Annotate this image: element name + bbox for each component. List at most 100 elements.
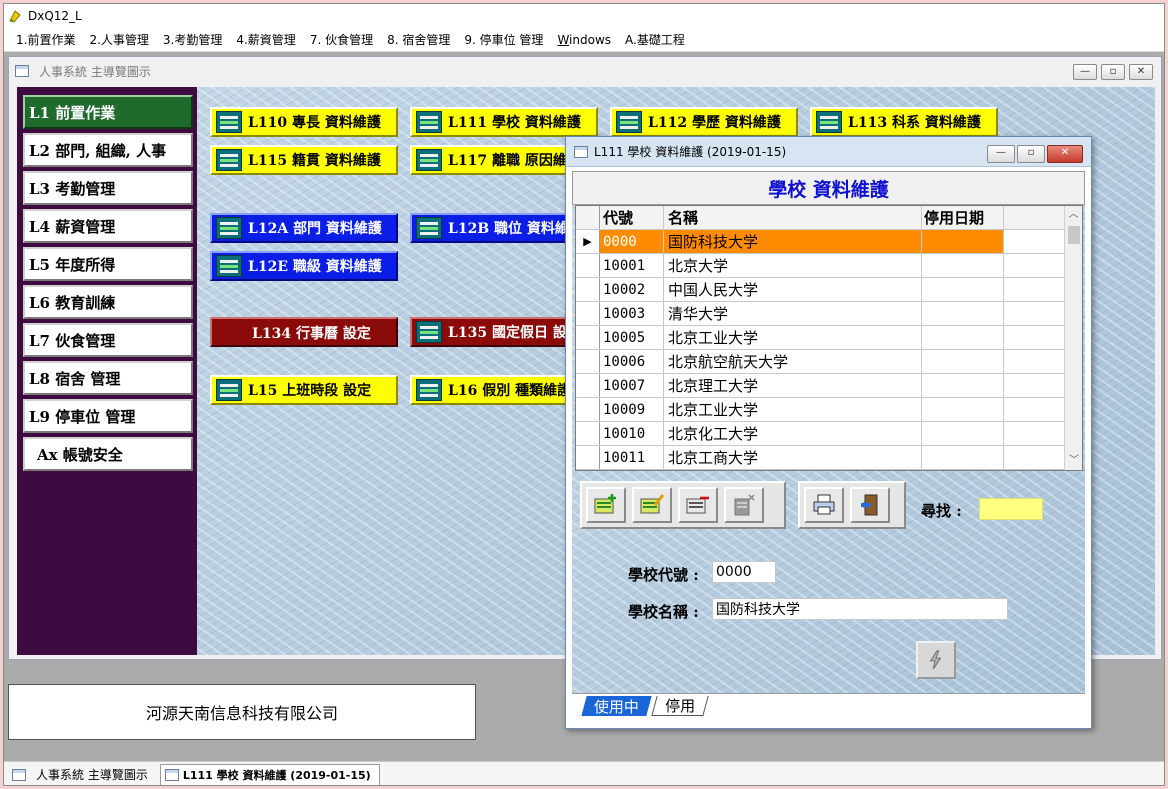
menu-item-base[interactable]: A.基礎工程 bbox=[625, 31, 685, 48]
menu-item-meals[interactable]: 7. 伙食管理 bbox=[310, 31, 373, 48]
app-logo-icon bbox=[9, 10, 21, 23]
table-row[interactable]: 10010 北京化工大学 bbox=[576, 422, 1066, 446]
cell-name: 北京工商大学 bbox=[664, 446, 922, 469]
exit-button[interactable] bbox=[850, 487, 890, 523]
app-titlebar: DxQ12_L bbox=[4, 4, 1164, 28]
popup-body: 學校 資料維護 代號 名稱 停用日期 ▶ 0000 国防科技大学 10001 北… bbox=[572, 171, 1085, 721]
l111-label: L111 學校 資料維護 bbox=[448, 115, 581, 131]
column-header-stop-date[interactable]: 停用日期 bbox=[922, 206, 1004, 229]
l12b-button[interactable]: L12B 職位 資料維 bbox=[410, 213, 570, 243]
nav-l5-annual-income[interactable]: L5 年度所得 bbox=[23, 247, 193, 281]
menu-item-parking[interactable]: 9. 停車位 管理 bbox=[464, 31, 543, 48]
table-row[interactable]: 10001 北京大学 bbox=[576, 254, 1066, 278]
tab-disabled[interactable]: 停用 bbox=[651, 696, 709, 716]
form-list-icon bbox=[416, 217, 442, 239]
form-list-icon bbox=[416, 321, 442, 343]
l113-button[interactable]: L113 科系 資料維護 bbox=[810, 107, 998, 137]
chevron-up-icon[interactable]: ︿ bbox=[1065, 206, 1082, 224]
cell-code: 10001 bbox=[600, 254, 664, 277]
row-indicator bbox=[576, 302, 600, 325]
table-row[interactable]: 10007 北京理工大学 bbox=[576, 374, 1066, 398]
school-grid[interactable]: 代號 名稱 停用日期 ▶ 0000 国防科技大学 10001 北京大学 1000… bbox=[575, 205, 1083, 471]
table-row[interactable]: ▶ 0000 国防科技大学 bbox=[576, 230, 1066, 254]
output-toolbar bbox=[798, 481, 906, 529]
cell-name: 北京大学 bbox=[664, 254, 922, 277]
print-button[interactable] bbox=[804, 487, 844, 523]
l12b-label: L12B 職位 資料維 bbox=[448, 221, 569, 237]
maximize-button[interactable]: ▫ bbox=[1101, 64, 1125, 80]
tab-in-use-label: 使用中 bbox=[594, 697, 640, 716]
form-list-icon bbox=[216, 379, 242, 401]
delete-record-button[interactable] bbox=[678, 487, 718, 523]
close-button[interactable]: ✕ bbox=[1047, 145, 1083, 163]
minimize-button[interactable]: — bbox=[1073, 64, 1097, 80]
close-button[interactable]: ✕ bbox=[1129, 64, 1153, 80]
l16-button[interactable]: L16 假別 種類維護 bbox=[410, 375, 570, 405]
cell-name: 北京工业大学 bbox=[664, 398, 922, 421]
school-code-label: 學校代號 : bbox=[628, 566, 699, 584]
table-row[interactable]: 10003 清华大学 bbox=[576, 302, 1066, 326]
minimize-button[interactable]: — bbox=[987, 145, 1015, 163]
exit-door-icon bbox=[861, 494, 878, 516]
action-button[interactable] bbox=[916, 641, 956, 679]
nav-l1-setup[interactable]: L1 前置作業 bbox=[23, 95, 193, 129]
task-l111[interactable]: L111 學校 資料維護 (2019-01-15) bbox=[159, 763, 380, 785]
table-row[interactable]: 10002 中国人民大学 bbox=[576, 278, 1066, 302]
l110-button[interactable]: L110 專長 資料維護 bbox=[210, 107, 398, 137]
l134-button[interactable]: L134 行事曆 設定 bbox=[210, 317, 398, 347]
menu-item-attendance[interactable]: 3.考勤管理 bbox=[163, 31, 222, 48]
scrollbar-thumb[interactable] bbox=[1068, 226, 1080, 244]
nav-l7-meals[interactable]: L7 伙食管理 bbox=[23, 323, 193, 357]
nav-ax-account-security[interactable]: Ax 帳號安全 bbox=[23, 437, 193, 471]
school-name-field[interactable]: 国防科技大学 bbox=[712, 598, 1008, 620]
menu-item-windows[interactable]: Windows bbox=[557, 33, 611, 47]
cell-code: 10005 bbox=[600, 326, 664, 349]
l15-button[interactable]: L15 上班時段 設定 bbox=[210, 375, 398, 405]
table-row[interactable]: 10005 北京工业大学 bbox=[576, 326, 1066, 350]
school-code-field[interactable]: 0000 bbox=[712, 561, 776, 583]
tab-in-use[interactable]: 使用中 bbox=[581, 696, 652, 716]
menu-item-hr[interactable]: 2.人事管理 bbox=[89, 31, 148, 48]
search-input[interactable] bbox=[979, 498, 1043, 520]
menu-item-setup[interactable]: 1.前置作業 bbox=[16, 31, 75, 48]
company-name: 河源天南信息科技有限公司 bbox=[145, 704, 338, 723]
l12a-button[interactable]: L12A 部門 資料維護 bbox=[210, 213, 398, 243]
l112-button[interactable]: L112 學歷 資料維護 bbox=[610, 107, 798, 137]
table-row[interactable]: 10011 北京工商大学 bbox=[576, 446, 1066, 470]
column-header-code[interactable]: 代號 bbox=[600, 206, 664, 229]
nav-l9-parking[interactable]: L9 停車位 管理 bbox=[23, 399, 193, 433]
cell-code: 10010 bbox=[600, 422, 664, 445]
grid-vertical-scrollbar[interactable]: ︿ ﹀ bbox=[1064, 206, 1082, 470]
menu-item-dormitory[interactable]: 8. 宿舍管理 bbox=[387, 31, 450, 48]
l115-button[interactable]: L115 籍貫 資料維護 bbox=[210, 145, 398, 175]
l15-label: L15 上班時段 設定 bbox=[248, 383, 372, 399]
maximize-button[interactable]: ▫ bbox=[1017, 145, 1045, 163]
main-window-titlebar: 人事系統 主導覽圖示 bbox=[9, 57, 1161, 85]
table-row[interactable]: 10009 北京工业大学 bbox=[576, 398, 1066, 422]
menu-item-payroll[interactable]: 4.薪資管理 bbox=[236, 31, 295, 48]
cell-code: 0000 bbox=[600, 230, 664, 253]
chevron-down-icon[interactable]: ﹀ bbox=[1065, 452, 1082, 470]
table-row[interactable]: 10006 北京航空航天大学 bbox=[576, 350, 1066, 374]
nav-l2-department[interactable]: L2 部門, 組織, 人事 bbox=[23, 133, 193, 167]
cell-stop-date bbox=[922, 398, 1004, 421]
nav-l6-training[interactable]: L6 教育訓練 bbox=[23, 285, 193, 319]
l135-button[interactable]: L135 國定假日 設 bbox=[410, 317, 570, 347]
column-header-name[interactable]: 名稱 bbox=[664, 206, 922, 229]
nav-l8-dormitory[interactable]: L8 宿舍 管理 bbox=[23, 361, 193, 395]
row-indicator bbox=[576, 254, 600, 277]
edit-record-button[interactable] bbox=[632, 487, 672, 523]
school-name-label: 學校名稱 : bbox=[628, 603, 699, 621]
nav-l3-attendance[interactable]: L3 考勤管理 bbox=[23, 171, 193, 205]
form-list-icon bbox=[616, 111, 642, 133]
l111-button[interactable]: L111 學校 資料維護 bbox=[410, 107, 598, 137]
cell-stop-date bbox=[922, 278, 1004, 301]
l117-button[interactable]: L117 離職 原因維 bbox=[410, 145, 570, 175]
tab-disabled-label: 停用 bbox=[665, 697, 696, 715]
printer-icon bbox=[813, 494, 835, 515]
nav-l4-payroll[interactable]: L4 薪資管理 bbox=[23, 209, 193, 243]
l12e-button[interactable]: L12E 職級 資料維護 bbox=[210, 251, 398, 281]
cell-stop-date bbox=[922, 302, 1004, 325]
add-record-button[interactable] bbox=[586, 487, 626, 523]
task-main-navigation[interactable]: 人事系統 主導覽圖示 bbox=[8, 764, 156, 786]
